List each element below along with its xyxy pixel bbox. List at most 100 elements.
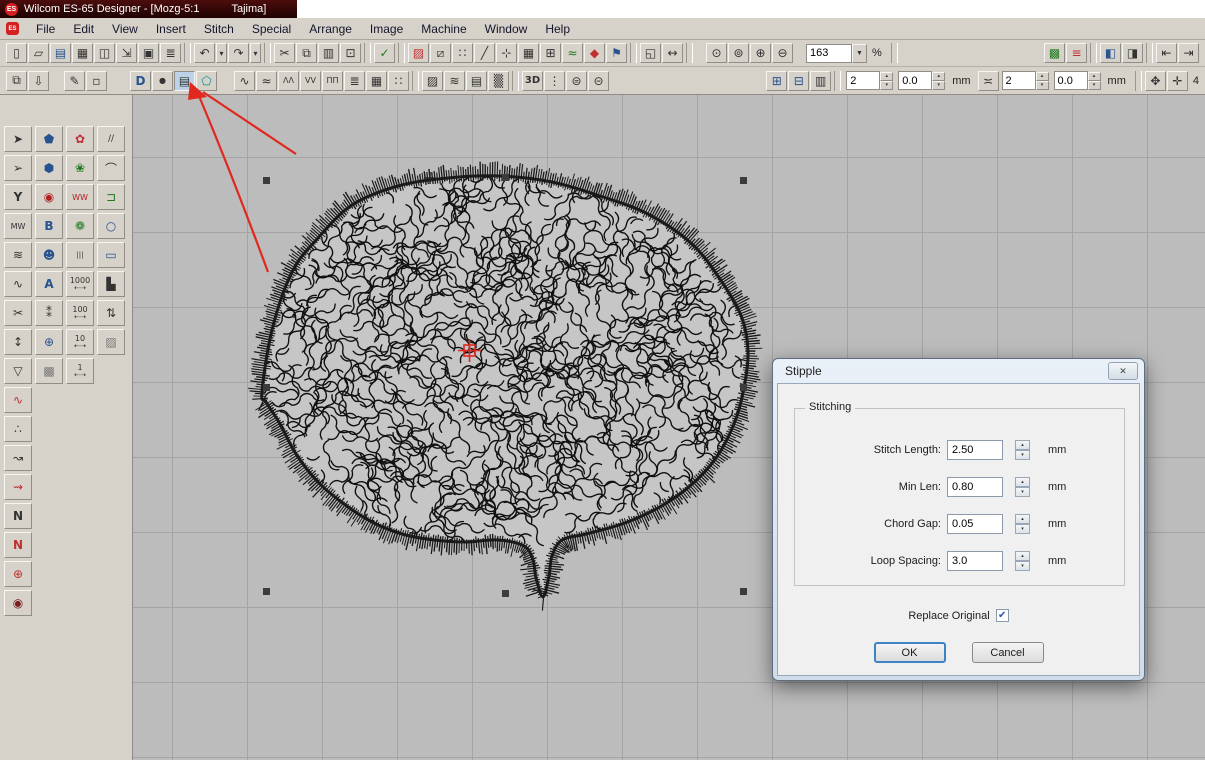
motif-fill-icon[interactable]: ∷ [452, 43, 473, 63]
node-path-icon[interactable]: N [4, 503, 32, 529]
texture-fill-icon[interactable]: ▒ [488, 71, 509, 91]
write-machine-icon[interactable]: ⇲ [116, 43, 137, 63]
menu-stitch[interactable]: Stitch [195, 20, 243, 38]
count-input[interactable] [1002, 71, 1036, 90]
satin-type-icon[interactable]: ΛΛ [278, 71, 299, 91]
funnel-tool-icon[interactable]: ▽ [4, 358, 32, 384]
spinner-down-icon[interactable]: ▾ [880, 81, 893, 90]
fur-effect-icon[interactable]: ≋ [444, 71, 465, 91]
offset-b-input[interactable] [1054, 71, 1088, 90]
cut-icon[interactable]: ✂ [274, 43, 295, 63]
spinner-up-icon[interactable]: ▴ [1015, 477, 1030, 487]
min-len-input[interactable] [947, 477, 1003, 497]
clone-icon[interactable]: ⊡ [340, 43, 361, 63]
compass-tool-icon[interactable]: ◉ [35, 184, 63, 210]
start-end-icon[interactable]: ⊕ [4, 561, 32, 587]
new-icon[interactable]: ▯ [6, 43, 27, 63]
design-properties-icon[interactable]: ▣ [138, 43, 159, 63]
digitize-d-icon[interactable]: D [130, 71, 151, 91]
sequence-icon[interactable]: ◨ [1122, 43, 1143, 63]
knot-tool-icon[interactable]: ⬟ [35, 126, 63, 152]
run-stitch-icon[interactable]: ╱ [474, 43, 495, 63]
spinner-up-icon[interactable]: ▴ [1088, 72, 1101, 81]
open-icon[interactable]: ▱ [28, 43, 49, 63]
plant-motif-icon[interactable]: ❁ [66, 213, 94, 239]
report-icon[interactable]: ≣ [160, 43, 181, 63]
layout-grid-icon[interactable]: ⊞ [766, 71, 787, 91]
ruler-icon[interactable]: ||| [66, 242, 94, 268]
portrait-icon[interactable]: ☻ [35, 242, 63, 268]
stipple-run-icon[interactable]: ▤ [174, 71, 195, 91]
closed-offset-icon[interactable]: ⊝ [588, 71, 609, 91]
mesh-icon[interactable]: ▦ [518, 43, 539, 63]
menu-arrange[interactable]: Arrange [300, 20, 361, 38]
redo-dropdown-icon[interactable]: ▾ [250, 43, 261, 63]
print-icon[interactable]: ▦ [72, 43, 93, 63]
curve-run-icon[interactable]: ∿ [4, 387, 32, 413]
column-spacing-icon[interactable]: ⇅ [97, 300, 125, 326]
spinner-up-icon[interactable]: ▴ [932, 72, 945, 81]
fancy-fill-icon[interactable]: ▨ [422, 71, 443, 91]
ellipse-tool-icon[interactable]: ○ [97, 213, 125, 239]
trapunto-icon[interactable]: ⋮ [544, 71, 565, 91]
open-offset-icon[interactable]: ⊜ [566, 71, 587, 91]
zoom-input[interactable] [806, 44, 852, 63]
multi-wave-icon[interactable]: ≋ [4, 242, 32, 268]
menu-image[interactable]: Image [361, 20, 412, 38]
next-color-icon[interactable]: ⇥ [1178, 43, 1199, 63]
cancel-button[interactable]: Cancel [972, 642, 1044, 663]
menu-view[interactable]: View [103, 20, 147, 38]
prev-color-icon[interactable]: ⇤ [1156, 43, 1177, 63]
dotted-outline-icon[interactable]: ▫ [86, 71, 107, 91]
scissors-tool-icon[interactable]: ✂ [4, 300, 32, 326]
blend-icon[interactable]: ◆ [584, 43, 605, 63]
spinner-down-icon[interactable]: ▾ [1036, 81, 1049, 90]
menu-help[interactable]: Help [536, 20, 579, 38]
pan-icon[interactable]: ✥ [1145, 71, 1166, 91]
menu-special[interactable]: Special [243, 20, 300, 38]
redo-icon[interactable]: ↷ [228, 43, 249, 63]
e-stitch-type-icon[interactable]: ΠΠ [322, 71, 343, 91]
lettering-tool-icon[interactable]: A [35, 271, 63, 297]
menu-insert[interactable]: Insert [147, 20, 195, 38]
ww-stitch-icon[interactable]: WW [66, 184, 94, 210]
hoop-layout-icon[interactable]: ▥ [810, 71, 831, 91]
spinner-down-icon[interactable]: ▾ [1015, 524, 1030, 534]
pull-comp-input[interactable] [846, 71, 880, 90]
color-film-icon[interactable]: ◧ [1100, 43, 1121, 63]
select-tool-icon[interactable]: ➤ [4, 126, 32, 152]
jump-stitch-icon[interactable]: ↝ [4, 445, 32, 471]
motif-type-icon[interactable]: ∷ [388, 71, 409, 91]
menu-window[interactable]: Window [476, 20, 537, 38]
red-path-icon[interactable]: N [4, 532, 32, 558]
spinner-up-icon[interactable]: ▴ [1015, 514, 1030, 524]
spinner-up-icon[interactable]: ▴ [1036, 72, 1049, 81]
wave-fill-icon[interactable]: ≈ [562, 43, 583, 63]
mw-zigzag-icon[interactable]: MW [4, 213, 32, 239]
triple-run-type-icon[interactable]: ≈ [256, 71, 277, 91]
program-split-icon[interactable]: ▦ [366, 71, 387, 91]
rectangle-tool-icon[interactable]: ▭ [97, 242, 125, 268]
offset-a-input[interactable] [898, 71, 932, 90]
reshape-tool-icon[interactable]: ➢ [4, 155, 32, 181]
overlap-objects-icon[interactable]: ⧉ [6, 71, 27, 91]
trace-outline-icon[interactable]: ⬠ [196, 71, 217, 91]
chord-gap-input[interactable] [947, 514, 1003, 534]
copy-icon[interactable]: ⧉ [296, 43, 317, 63]
machine-function-icon[interactable]: ◉ [4, 590, 32, 616]
menu-edit[interactable]: Edit [64, 20, 103, 38]
step-10-icon[interactable]: 10⇠⇢ [66, 329, 94, 355]
stem-stitch-icon[interactable]: ⊹ [496, 43, 517, 63]
dialog-titlebar[interactable]: Stipple ✕ [777, 359, 1140, 383]
flower-motif-icon[interactable]: ✿ [66, 126, 94, 152]
satin-fill-icon[interactable]: ▨ [408, 43, 429, 63]
menu-machine[interactable]: Machine [412, 20, 475, 38]
zigzag-type-icon[interactable]: VV [300, 71, 321, 91]
run-type-icon[interactable]: ∿ [234, 71, 255, 91]
spinner-down-icon[interactable]: ▾ [932, 81, 945, 90]
stitch-length-input[interactable] [947, 440, 1003, 460]
ok-button[interactable]: OK [874, 642, 946, 663]
replace-original-checkbox[interactable]: ✔ [996, 609, 1009, 622]
swatch-dark-icon[interactable]: ▨ [97, 329, 125, 355]
block-b-icon[interactable]: B [35, 213, 63, 239]
